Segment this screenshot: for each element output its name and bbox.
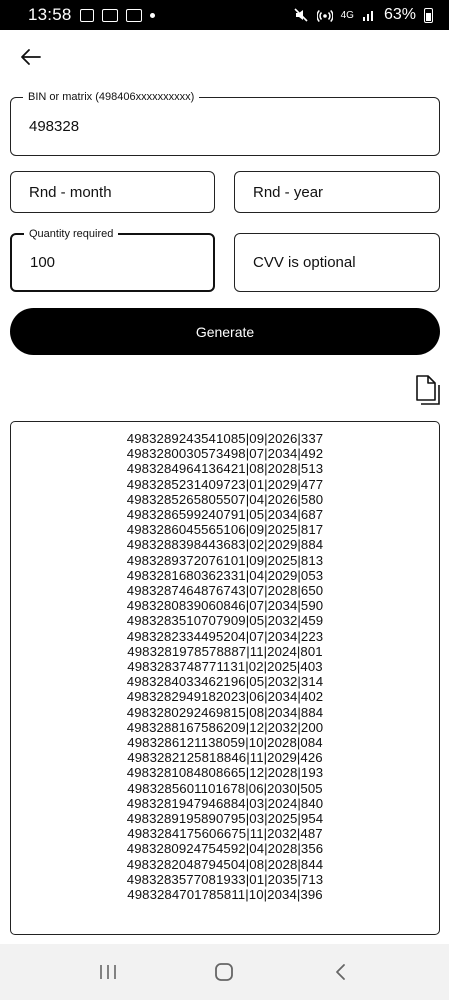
home-button[interactable] [204,952,244,992]
battery-icon [424,7,433,23]
result-line: 4983285601101678|06|2030|505 [127,780,323,796]
result-line: 4983284701785811|10|2034|396 [127,887,323,903]
arrow-left-icon [21,49,41,65]
generate-label: Generate [195,323,255,340]
result-line: 4983285265805507|04|2026|580 [126,491,324,507]
result-line: 4983284964136421|08|2028|513 [126,461,324,477]
result-line: 4983281084808665|12|2028|193 [126,765,324,781]
image-icon [79,8,94,22]
result-line: 4983289243541085|09|2026|337 [126,431,324,446]
result-line: 4983281947946884|03|2024|840 [126,795,324,811]
year-value: Rnd - year [253,183,324,201]
recents-button[interactable] [88,952,128,992]
network-type: 4G [340,9,354,21]
mute-icon [294,8,308,22]
result-line: 4983282048794504|08|2028|844 [126,856,324,872]
result-line: 4983284033462196|05|2032|314 [126,674,324,690]
result-line: 4983282125818846|11|2029|426 [127,750,323,766]
generate-button[interactable]: Generate [10,308,440,355]
result-line: 4983280839060846|07|2034|590 [126,598,324,614]
result-line: 4983286121138059|10|2028|084 [127,735,323,751]
result-line: 4983280030573498|07|2034|492 [126,446,324,462]
bottom-nav-bar [0,944,449,1000]
month-input[interactable]: Rnd - month [10,171,215,213]
results-list: 4983289243541085|09|2026|337 498328003057… [11,431,439,902]
quantity-label: Quantity required [24,227,119,241]
back-chevron-icon [335,964,345,980]
result-line: 4983288167586209|12|2032|200 [126,719,324,735]
result-line: 4983284175606675|11|2032|487 [127,826,323,842]
hotspot-icon [316,9,333,23]
result-line: 4983281978578887|11|2024|801 [127,643,323,659]
home-icon [215,963,234,981]
nav-back-button[interactable] [321,952,361,992]
copy-button[interactable] [412,374,442,406]
signal-icon [362,11,373,21]
card-icon [101,8,118,22]
result-line: 4983287464876743|07|2028|650 [126,583,324,599]
result-line: 4983289372076101|09|2025|813 [126,552,324,568]
back-button[interactable] [14,42,48,72]
result-line: 4983289195890795|03|2025|954 [126,811,324,827]
result-line: 4983282334495204|07|2034|223 [126,628,324,644]
result-line: 4983282949182023|06|2034|402 [126,689,324,705]
result-line: 4983283577081933|01|2035|713 [126,871,324,887]
month-value: Rnd - month [29,183,112,201]
year-input[interactable]: Rnd - year [234,171,440,213]
result-line: 4983285231409723|01|2029|477 [126,476,324,492]
result-line: 4983283748771131|02|2025|403 [127,659,323,675]
quantity-input[interactable]: Quantity required 100 [10,227,215,292]
card-icon [125,8,142,22]
result-line: 4983283510707909|05|2032|459 [126,613,324,629]
cvv-value: CVV is optional [253,254,356,271]
status-bar: 13:58 4G 63% [0,0,449,30]
cvv-input[interactable]: CVV is optional [234,233,440,292]
results-box[interactable]: 4983289243541085|09|2026|337 498328003057… [10,421,440,935]
quantity-value: 100 [30,254,56,271]
bin-value: 498328 [29,118,80,135]
result-line: 4983286045565106|09|2025|817 [126,522,324,538]
result-line: 4983286599240791|05|2034|687 [126,507,324,523]
status-time: 13:58 [28,5,72,24]
result-line: 4983288398443683|02|2029|884 [126,537,324,553]
result-line: 4983281680362331|04|2029|053 [126,567,324,583]
result-line: 4983280924754592|04|2028|356 [126,841,324,857]
battery-percent: 63% [383,6,416,23]
recents-icon [100,965,116,979]
copy-icon [416,375,440,405]
result-line: 4983280292469815|08|2034|884 [126,704,324,720]
bin-label: BIN or matrix (498406xxxxxxxxxx) [23,90,200,104]
dot-icon [149,12,155,18]
bin-input[interactable]: BIN or matrix (498406xxxxxxxxxx) 498328 [10,90,440,156]
